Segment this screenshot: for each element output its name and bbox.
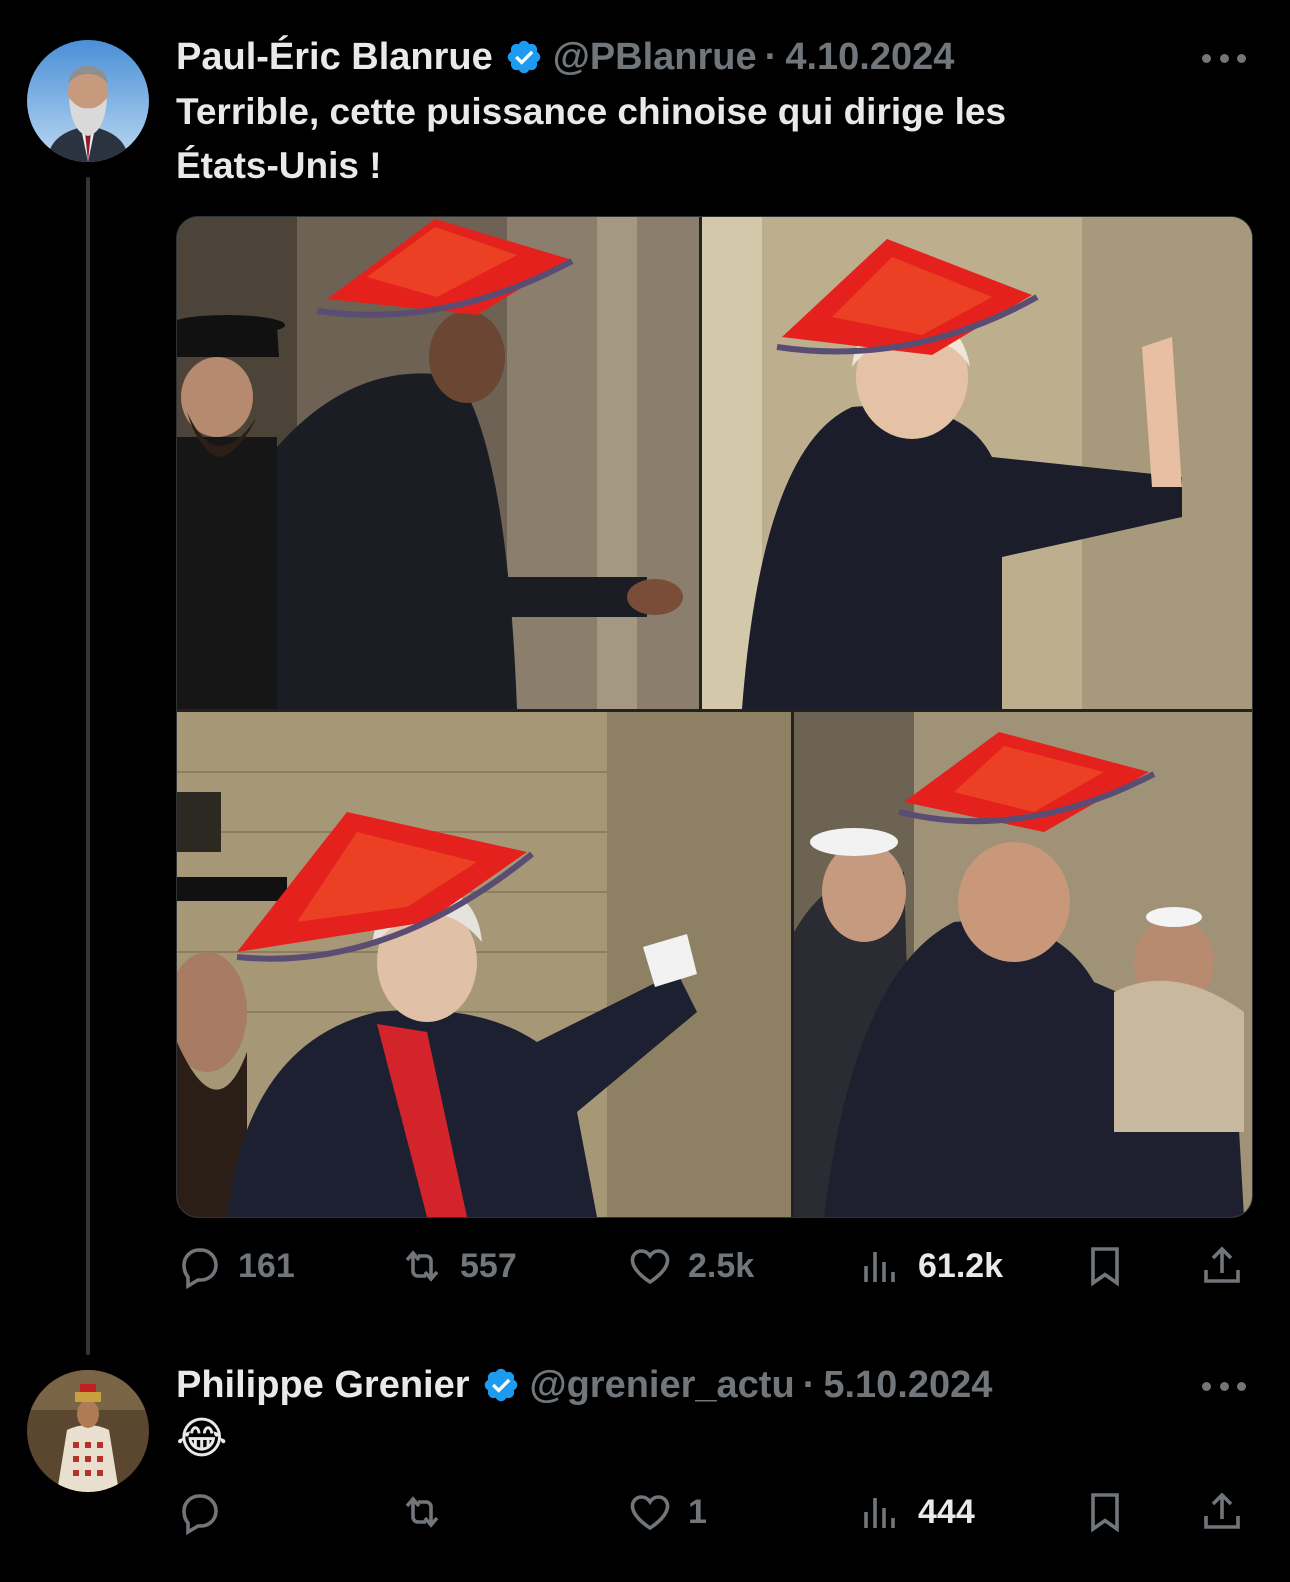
reply-icon [182, 1248, 218, 1290]
tweet-text: 😂 [176, 1414, 228, 1463]
share-button[interactable] [1198, 1486, 1260, 1538]
share-button[interactable] [1198, 1240, 1260, 1292]
verified-badge-icon [484, 1368, 517, 1402]
bookmark-button[interactable] [1081, 1240, 1143, 1292]
views-icon [864, 1498, 895, 1528]
verified-badge-icon [507, 40, 540, 74]
tweet-actions-bar: 161 557 2.5k 61.2k [176, 1240, 1251, 1292]
bookmark-button[interactable] [1081, 1486, 1143, 1538]
repost-count: 557 [460, 1246, 517, 1285]
tweet-text: Terrible, cette puissance chinoise qui d… [176, 85, 1216, 193]
media-panel-2[interactable] [702, 217, 1252, 709]
tweet-date[interactable]: 5.10.2024 [823, 1364, 992, 1407]
like-button[interactable]: 2.5k [626, 1240, 754, 1292]
media-panel-3[interactable] [177, 712, 791, 1217]
author-name[interactable]: Paul-Éric Blanrue [176, 36, 493, 79]
reply-button[interactable] [176, 1486, 238, 1538]
author-handle[interactable]: @PBlanrue [553, 36, 757, 79]
tweet-philippe-grenier[interactable]: Philippe Grenier @grenier_actu · 5.10.20… [0, 1364, 1290, 1582]
bookmark-icon [1091, 1493, 1119, 1533]
repost-icon [405, 1250, 439, 1282]
tweet-header: Philippe Grenier @grenier_actu · 5.10.20… [176, 1360, 992, 1410]
like-count: 1 [688, 1492, 707, 1531]
media-panel-4[interactable] [794, 712, 1252, 1217]
repost-icon [405, 1496, 439, 1528]
tweet-media-collage[interactable] [176, 216, 1253, 1218]
share-icon [1204, 1492, 1240, 1529]
like-icon [630, 1495, 670, 1531]
reply-icon [182, 1494, 218, 1536]
tweet-paul-eric-blanrue[interactable]: Paul-Éric Blanrue @PBlanrue · 4.10.2024 … [0, 0, 1290, 1370]
like-icon [630, 1249, 670, 1285]
tweet-text-line-1: Terrible, cette puissance chinoise qui d… [176, 91, 1007, 132]
views-icon [864, 1252, 895, 1282]
more-icon[interactable] [1202, 48, 1246, 68]
author-avatar[interactable] [27, 40, 149, 162]
tweet-actions-bar: 1 444 [176, 1486, 1251, 1538]
media-panel-1[interactable] [177, 217, 699, 709]
thread-connector-line [86, 177, 90, 1355]
like-count: 2.5k [688, 1246, 755, 1285]
views-button[interactable]: 444 [856, 1486, 975, 1538]
author-handle[interactable]: @grenier_actu [530, 1364, 795, 1407]
author-name[interactable]: Philippe Grenier [176, 1364, 470, 1407]
views-button[interactable]: 61.2k [856, 1240, 1003, 1292]
views-count: 444 [918, 1492, 975, 1531]
views-count: 61.2k [918, 1246, 1004, 1285]
author-avatar[interactable] [27, 1370, 149, 1492]
tweet-date[interactable]: 4.10.2024 [785, 36, 954, 79]
reply-button[interactable]: 161 [176, 1240, 295, 1292]
more-icon[interactable] [1202, 1376, 1246, 1396]
share-icon [1204, 1246, 1240, 1283]
separator-dot: · [802, 1363, 816, 1406]
like-button[interactable]: 1 [626, 1486, 707, 1538]
tweet-text-line-2: États-Unis ! [176, 145, 382, 186]
tweet-header: Paul-Éric Blanrue @PBlanrue · 4.10.2024 [176, 32, 954, 82]
repost-button[interactable]: 557 [398, 1240, 517, 1292]
reply-count: 161 [238, 1246, 295, 1285]
separator-dot: · [764, 35, 778, 78]
repost-button[interactable] [398, 1486, 460, 1538]
bookmark-icon [1091, 1247, 1119, 1287]
